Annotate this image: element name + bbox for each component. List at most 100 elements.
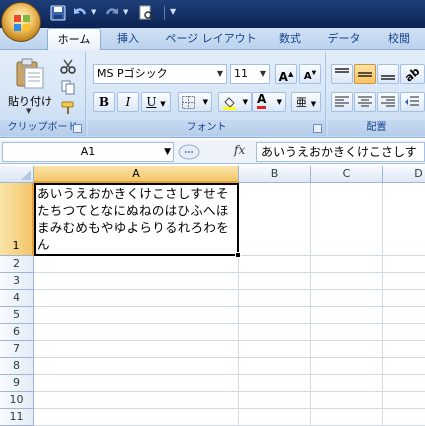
borders-button[interactable]: ▼ xyxy=(178,92,212,112)
tab-data[interactable]: データ xyxy=(318,28,370,50)
cell-c4[interactable] xyxy=(311,290,383,307)
cell-d3[interactable] xyxy=(383,273,425,290)
font-name-dropdown-icon[interactable]: ▼ xyxy=(214,65,226,83)
font-size-dropdown-icon[interactable]: ▼ xyxy=(257,65,269,83)
redo-dropdown-icon[interactable]: ▼ xyxy=(123,8,128,16)
borders-dropdown-icon[interactable]: ▼ xyxy=(203,93,208,111)
cell-c7[interactable] xyxy=(311,341,383,358)
tab-home[interactable]: ホーム xyxy=(47,28,101,51)
cell-b7[interactable] xyxy=(239,341,311,358)
cell-a1[interactable]: あいうえおかきくけこさしすせそたちつてとなにぬねのはひふへほまみむめもやゆよらり… xyxy=(34,183,239,256)
cell-a2[interactable] xyxy=(34,256,239,273)
row-header-10[interactable]: 10 xyxy=(0,392,34,409)
copy-icon[interactable] xyxy=(60,79,76,95)
row-header-6[interactable]: 6 xyxy=(0,324,34,341)
row-header-7[interactable]: 7 xyxy=(0,341,34,358)
align-middle-button[interactable] xyxy=(354,64,376,84)
align-bottom-button[interactable] xyxy=(377,64,399,84)
cell-c6[interactable] xyxy=(311,324,383,341)
phonetic-guide-button[interactable]: 亜 ▼ xyxy=(291,92,321,112)
customize-qat-icon[interactable]: ▼ xyxy=(170,7,176,16)
cell-d8[interactable] xyxy=(383,358,425,375)
row-header-9[interactable]: 9 xyxy=(0,375,34,392)
cell-b9[interactable] xyxy=(239,375,311,392)
fill-handle[interactable] xyxy=(235,252,241,258)
cell-a4[interactable] xyxy=(34,290,239,307)
cell-c5[interactable] xyxy=(311,307,383,324)
cell-b4[interactable] xyxy=(239,290,311,307)
font-color-dropdown-icon[interactable]: ▼ xyxy=(277,93,282,111)
cell-a5[interactable] xyxy=(34,307,239,324)
row-header-11[interactable]: 11 xyxy=(0,409,34,426)
align-left-button[interactable] xyxy=(331,92,353,112)
row-header-8[interactable]: 8 xyxy=(0,358,34,375)
spreadsheet-grid[interactable]: A B C D 1 2 3 4 5 6 7 8 9 10 11 あいうえおかきく… xyxy=(0,166,425,426)
tab-page-layout[interactable]: ページ レイアウト xyxy=(155,28,267,50)
bold-button[interactable]: B xyxy=(93,92,115,112)
redo-icon[interactable] xyxy=(104,5,120,21)
cell-b10[interactable] xyxy=(239,392,311,409)
column-header-d[interactable]: D xyxy=(383,166,425,183)
cell-a3[interactable] xyxy=(34,273,239,290)
cell-d6[interactable] xyxy=(383,324,425,341)
row-header-1[interactable]: 1 xyxy=(0,183,34,256)
cell-c9[interactable] xyxy=(311,375,383,392)
tab-formulas[interactable]: 数式 xyxy=(268,28,312,50)
column-header-b[interactable]: B xyxy=(239,166,311,183)
name-box[interactable]: A1 ▼ xyxy=(2,142,174,162)
phonetic-dropdown-icon[interactable]: ▼ xyxy=(311,100,316,108)
cell-a6[interactable] xyxy=(34,324,239,341)
decrease-indent-button[interactable] xyxy=(400,92,425,112)
italic-button[interactable]: I xyxy=(117,92,139,112)
cell-c3[interactable] xyxy=(311,273,383,290)
align-right-button[interactable] xyxy=(377,92,399,112)
paste-icon[interactable] xyxy=(12,56,46,90)
tab-insert[interactable]: 挿入 xyxy=(106,28,150,50)
cell-c11[interactable] xyxy=(311,409,383,426)
format-painter-icon[interactable] xyxy=(60,100,76,116)
cell-d4[interactable] xyxy=(383,290,425,307)
align-top-button[interactable] xyxy=(331,64,353,84)
column-header-a[interactable]: A xyxy=(34,166,239,183)
cell-b5[interactable] xyxy=(239,307,311,324)
clipboard-launcher-icon[interactable] xyxy=(73,124,82,133)
undo-dropdown-icon[interactable]: ▼ xyxy=(91,8,96,16)
cell-a8[interactable] xyxy=(34,358,239,375)
grow-font-button[interactable]: A▲ xyxy=(275,64,297,84)
font-color-button[interactable]: A ▼ xyxy=(252,92,286,112)
cell-a9[interactable] xyxy=(34,375,239,392)
row-header-3[interactable]: 3 xyxy=(0,273,34,290)
cell-a10[interactable] xyxy=(34,392,239,409)
underline-dropdown-icon[interactable]: ▼ xyxy=(160,100,165,108)
print-preview-icon[interactable] xyxy=(138,5,154,21)
formula-bar-grip-icon[interactable] xyxy=(178,144,200,160)
row-header-4[interactable]: 4 xyxy=(0,290,34,307)
cell-c2[interactable] xyxy=(311,256,383,273)
shrink-font-button[interactable]: A▼ xyxy=(299,64,321,84)
cell-b6[interactable] xyxy=(239,324,311,341)
name-box-dropdown-icon[interactable]: ▼ xyxy=(164,143,171,161)
cell-d11[interactable] xyxy=(383,409,425,426)
cell-c8[interactable] xyxy=(311,358,383,375)
cell-d5[interactable] xyxy=(383,307,425,324)
font-name-combo[interactable]: MS Pゴシック ▼ xyxy=(93,64,227,84)
cell-b3[interactable] xyxy=(239,273,311,290)
formula-input[interactable]: あいうえおかきくけこさしす xyxy=(256,142,425,162)
insert-function-button[interactable]: fx xyxy=(234,143,245,157)
column-header-c[interactable]: C xyxy=(311,166,383,183)
cell-c10[interactable] xyxy=(311,392,383,409)
fill-color-dropdown-icon[interactable]: ▼ xyxy=(243,93,248,111)
cell-d1[interactable] xyxy=(383,183,425,256)
paste-dropdown-icon[interactable]: ▼ xyxy=(26,107,31,115)
cell-a11[interactable] xyxy=(34,409,239,426)
cell-d7[interactable] xyxy=(383,341,425,358)
cell-d10[interactable] xyxy=(383,392,425,409)
align-center-button[interactable] xyxy=(354,92,376,112)
save-icon[interactable] xyxy=(50,5,66,21)
row-header-2[interactable]: 2 xyxy=(0,256,34,273)
cut-icon[interactable] xyxy=(60,58,76,74)
cell-a7[interactable] xyxy=(34,341,239,358)
cell-b2[interactable] xyxy=(239,256,311,273)
cell-b8[interactable] xyxy=(239,358,311,375)
cell-d2[interactable] xyxy=(383,256,425,273)
